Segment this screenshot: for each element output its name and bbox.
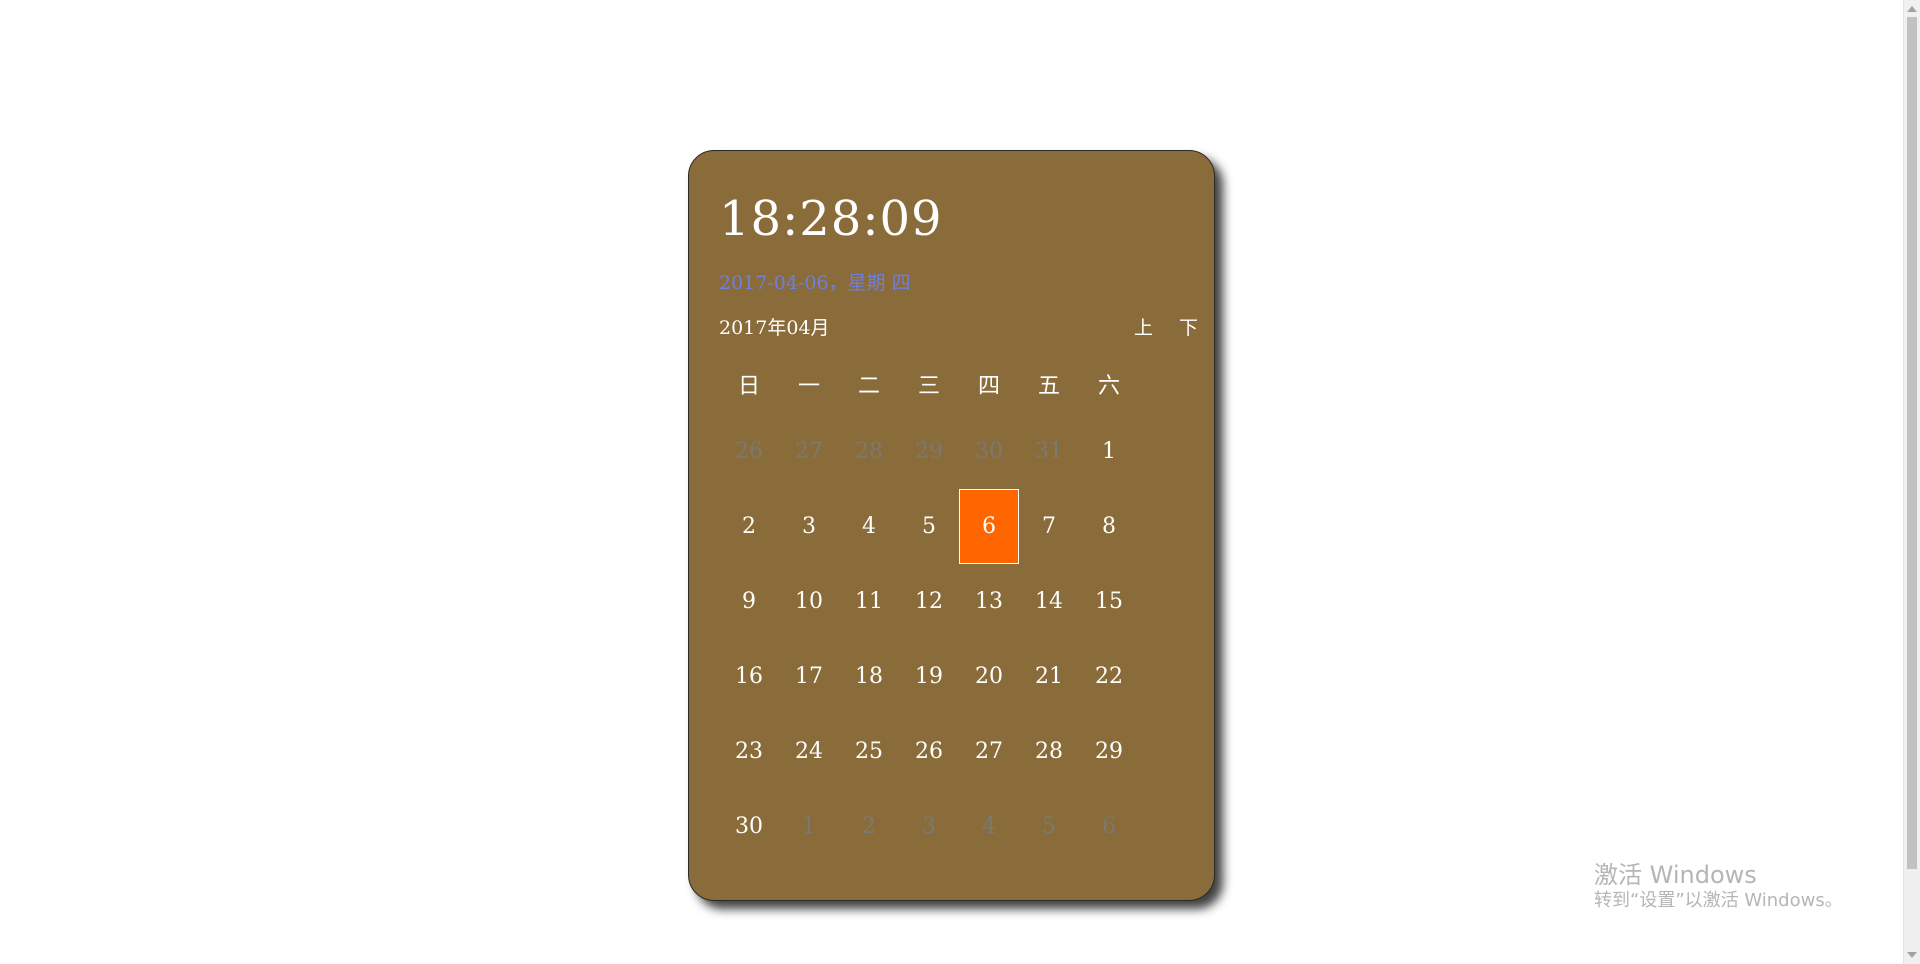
day-cell-other-month[interactable]: 1 (779, 789, 839, 864)
week-row: 30 1 2 3 4 5 6 (719, 789, 1139, 864)
day-cell[interactable]: 12 (899, 564, 959, 639)
day-cell[interactable]: 22 (1079, 639, 1139, 714)
day-cell[interactable]: 23 (719, 714, 779, 789)
week-row: 2345678 (719, 489, 1139, 564)
next-month-button[interactable]: 下 (1179, 313, 1198, 340)
day-cell-other-month[interactable]: 26 (719, 414, 779, 489)
calendar-grid: 日一二三四五六 26 27 28 29 30 31 1 2 3 4 5 6 7 8 9 10 11 12 13 14 1… (719, 354, 1139, 864)
day-cell[interactable]: 29 (1079, 714, 1139, 789)
day-cell[interactable]: 13 (959, 564, 1019, 639)
week-row: 23 24 25 26 27 28 29 (719, 714, 1139, 789)
scroll-down-icon[interactable] (1907, 952, 1917, 958)
day-cell[interactable]: 28 (1019, 714, 1079, 789)
watermark-subtitle: 转到“设置”以激活 Windows。 (1594, 890, 1843, 911)
week-row: 26 27 28 29 30 31 1 (719, 414, 1139, 489)
day-cell-other-month[interactable]: 31 (1019, 414, 1079, 489)
day-cell[interactable]: 10 (779, 564, 839, 639)
weekday-header: 日一二三四五六 (719, 354, 1139, 414)
day-cell[interactable]: 18 (839, 639, 899, 714)
day-cell-other-month[interactable]: 2 (839, 789, 899, 864)
day-cell[interactable]: 2 (719, 489, 779, 564)
calendar-weeks: 26 27 28 29 30 31 1 2 3 4 5 6 7 8 9 10 11 12 13 14 15 16 17 18 1… (719, 414, 1139, 864)
month-label: 2017年04月 (719, 317, 830, 339)
day-cell[interactable]: 24 (779, 714, 839, 789)
day-cell[interactable]: 9 (719, 564, 779, 639)
day-cell[interactable]: 8 (1079, 489, 1139, 564)
day-cell[interactable]: 20 (959, 639, 1019, 714)
day-cell[interactable]: 25 (839, 714, 899, 789)
weekday-label: 二 (857, 374, 880, 399)
day-cell[interactable]: 14 (1019, 564, 1079, 639)
prev-month-button[interactable]: 上 (1134, 313, 1153, 340)
month-navigation: 2017年04月 上 下 (719, 313, 1198, 340)
day-cell[interactable]: 1 (1079, 414, 1139, 489)
day-cell[interactable]: 5 (899, 489, 959, 564)
day-cell-other-month[interactable]: 3 (899, 789, 959, 864)
weekday-label: 三 (917, 374, 940, 399)
watermark-title: 激活 Windows (1594, 861, 1757, 889)
day-cell[interactable]: 21 (1019, 639, 1079, 714)
weekday-label: 六 (1097, 374, 1120, 399)
day-cell-other-month[interactable]: 5 (1019, 789, 1079, 864)
day-cell-other-month[interactable]: 30 (959, 414, 1019, 489)
page: 18:28:09 2017-04-06，星期 四 2017年04月 上 下 日 一… (0, 0, 1920, 964)
day-cell[interactable]: 3 (779, 489, 839, 564)
day-cell[interactable]: 19 (899, 639, 959, 714)
day-cell[interactable]: 17 (779, 639, 839, 714)
windows-activation-watermark: 激活 Windows 转到“设置”以激活 Windows。 (1594, 861, 1843, 913)
weekday-label: 四 (977, 374, 1000, 399)
calendar-widget: 18:28:09 2017-04-06，星期 四 2017年04月 上 下 日 一… (688, 150, 1215, 901)
week-row: 16 17 18 19 20 21 22 (719, 639, 1139, 714)
day-cell[interactable]: 26 (899, 714, 959, 789)
vertical-scrollbar[interactable] (1903, 0, 1920, 964)
day-cell-other-month[interactable]: 29 (899, 414, 959, 489)
day-cell-other-month[interactable]: 28 (839, 414, 899, 489)
weekday-label: 一 (797, 374, 820, 399)
current-date: 2017-04-06，星期 四 (719, 272, 911, 294)
day-cell[interactable]: 27 (959, 714, 1019, 789)
day-cell-other-month[interactable]: 4 (959, 789, 1019, 864)
scroll-thumb[interactable] (1907, 17, 1917, 869)
clock-time: 18:28:09 (719, 191, 943, 247)
day-cell-other-month[interactable]: 6 (1079, 789, 1139, 864)
weekday-label: 五 (1037, 374, 1060, 399)
day-cell[interactable]: 30 (719, 789, 779, 864)
week-row: 9 10 11 12 13 14 15 (719, 564, 1139, 639)
day-cell[interactable]: 4 (839, 489, 899, 564)
day-cell-other-month[interactable]: 27 (779, 414, 839, 489)
day-cell[interactable]: 11 (839, 564, 899, 639)
day-cell[interactable]: 7 (1019, 489, 1079, 564)
weekday-label: 日 (737, 374, 760, 399)
scroll-up-icon[interactable] (1907, 6, 1917, 12)
day-cell[interactable]: 15 (1079, 564, 1139, 639)
day-cell[interactable]: 16 (719, 639, 779, 714)
day-cell-today[interactable]: 6 (959, 489, 1019, 564)
